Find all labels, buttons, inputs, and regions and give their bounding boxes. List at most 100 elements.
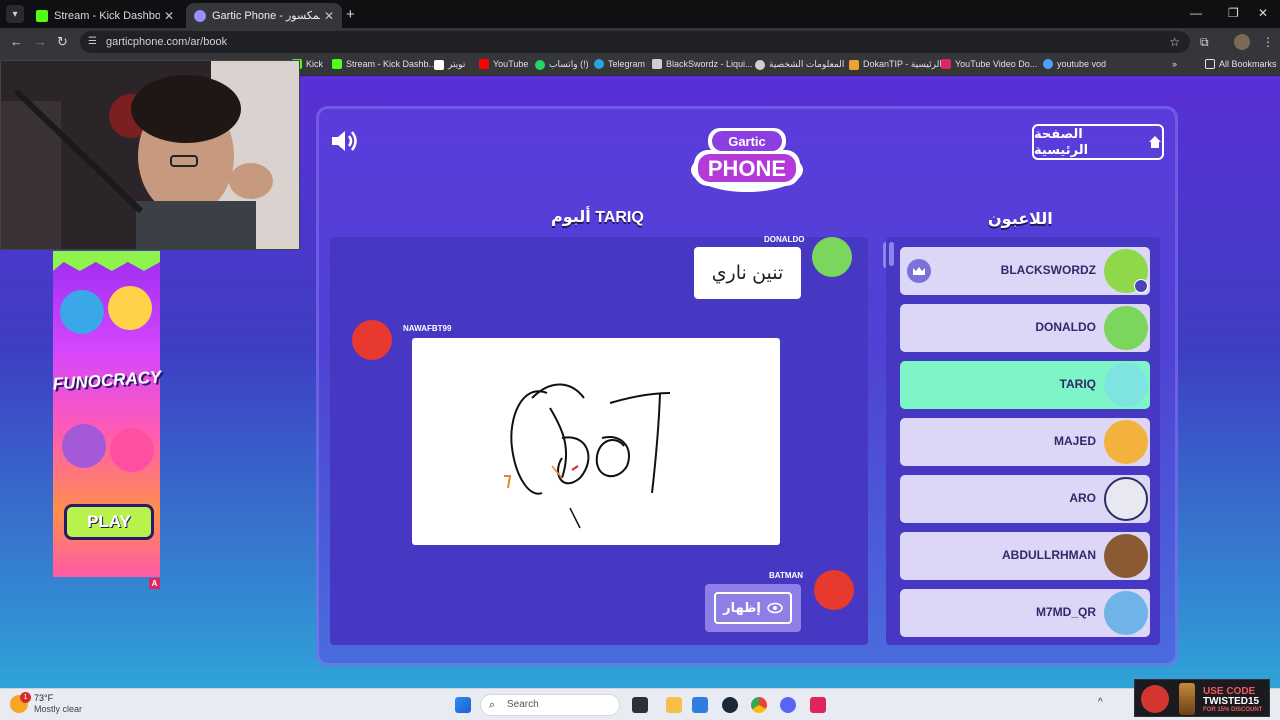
show-button[interactable]: إظهار	[714, 592, 792, 624]
promo-overlay: USE CODE TWISTED15 FOR 15% DISCOUNT	[1134, 679, 1270, 717]
back-icon[interactable]: ←	[10, 34, 23, 49]
bookmark-youtube-vod[interactable]: youtube vod	[1043, 59, 1106, 69]
windows-start-icon[interactable]	[455, 697, 471, 713]
player-name: BLACKSWORDZ	[1000, 263, 1096, 277]
first-author: DONALDO	[764, 235, 805, 244]
donaldo-avatar	[812, 237, 852, 277]
player-row[interactable]: ARO	[900, 475, 1150, 523]
new-tab-button[interactable]: +	[346, 6, 355, 23]
players-scrollbar[interactable]	[889, 242, 894, 266]
player-row[interactable]: M7MD_QR	[900, 589, 1150, 637]
steam-icon[interactable]	[722, 697, 738, 713]
webcam-image	[1, 61, 299, 249]
player-avatar	[1104, 591, 1148, 635]
tab-label: Stream - Kick Dashboard	[54, 9, 160, 22]
forward-icon[interactable]: →	[34, 34, 47, 49]
tab-gartic-phone[interactable]: Gartic Phone - الهاتف المكسور ✕	[186, 3, 342, 28]
adchoices-icon[interactable]: A	[149, 578, 160, 589]
bookmark-label: youtube vod	[1057, 59, 1107, 69]
home-button[interactable]: الصفحة الرئيسية	[1032, 124, 1164, 160]
tray-overflow-icon[interactable]: ^	[1098, 697, 1110, 713]
crown-icon	[907, 259, 931, 283]
bookmark-twitter[interactable]: تويتر	[434, 59, 465, 70]
thumbs-up-icon	[60, 290, 104, 334]
next-author: BATMAN	[769, 571, 804, 580]
bookmark-dokantip[interactable]: DokanTIP - الرئيسية	[849, 59, 942, 70]
url-text: garticphone.com/ar/book	[106, 36, 228, 48]
windows-taskbar: 1 73°F Mostly clear ⌕ Search ^	[0, 688, 1280, 720]
telegram-icon	[594, 59, 604, 69]
reload-icon[interactable]: ↻	[57, 34, 68, 50]
close-icon[interactable]: ✕	[164, 9, 174, 23]
logo-line2: PHONE	[708, 156, 786, 181]
bookmark-label: DokanTIP - الرئيسية	[863, 59, 942, 69]
player-row-active[interactable]: TARIQ	[900, 361, 1150, 409]
profile-avatar[interactable]	[1234, 34, 1250, 50]
bookmarks-overflow-icon[interactable]: »	[1172, 59, 1177, 69]
dokantip-icon	[849, 59, 859, 70]
bookmark-label: All Bookmarks	[1219, 59, 1277, 69]
batman-avatar	[814, 570, 854, 610]
bookmark-blackswordz[interactable]: BlackSwordz - Liqui...	[652, 59, 753, 69]
player-name: DONALDO	[1035, 320, 1096, 334]
weather-widget[interactable]: 1 73°F Mostly clear	[10, 692, 82, 715]
extensions-icon[interactable]: ⧉	[1200, 35, 1209, 50]
ad-character-face	[108, 286, 152, 330]
bookmark-youtube[interactable]: YouTube	[479, 59, 528, 69]
bookmark-label: واتساب (!)	[549, 59, 589, 69]
player-avatar	[1104, 306, 1148, 350]
weather-temperature: 73°F	[34, 693, 54, 703]
store-icon[interactable]	[692, 697, 708, 713]
tab-kick-dashboard[interactable]: Stream - Kick Dashboard ✕	[28, 3, 182, 28]
nawafbt99-avatar	[352, 320, 392, 360]
drawing-canvas	[412, 338, 780, 545]
bookmark-label: YouTube Video Do...	[955, 59, 1038, 69]
player-name: TARIQ	[1059, 377, 1096, 391]
bookmark-youtube-downloader[interactable]: YouTube Video Do...	[941, 59, 1037, 69]
player-avatar	[1104, 420, 1148, 464]
player-row[interactable]: DONALDO	[900, 304, 1150, 352]
show-button-label: إظهار	[723, 600, 761, 615]
app-icon[interactable]	[810, 697, 826, 713]
gartic-phone-logo: Gartic PHONE	[691, 128, 803, 192]
ad-play-button[interactable]: PLAY	[64, 504, 154, 540]
folder-icon	[1205, 59, 1215, 69]
search-icon: ⌕	[489, 699, 496, 711]
file-explorer-icon[interactable]	[666, 697, 682, 713]
tab-search-button[interactable]: ▾	[6, 5, 24, 23]
player-row[interactable]: ABDULLRHMAN	[900, 532, 1150, 580]
bookmark-label: Telegram	[608, 59, 646, 69]
promo-line3: FOR 15% DISCOUNT	[1203, 707, 1263, 713]
chrome-icon[interactable]	[751, 697, 767, 713]
x-icon	[434, 59, 444, 70]
bookmark-telegram[interactable]: Telegram	[594, 59, 645, 69]
taskbar-search[interactable]: ⌕ Search	[480, 694, 620, 716]
player-row[interactable]: MAJED	[900, 418, 1150, 466]
player-row[interactable]: BLACKSWORDZ	[900, 247, 1150, 295]
close-icon[interactable]: ✕	[324, 9, 334, 23]
minimize-icon[interactable]: —	[1190, 6, 1202, 20]
bookmark-label: Kick	[306, 59, 324, 69]
bookmark-stream[interactable]: Stream - Kick Dashb...	[332, 59, 436, 69]
menu-icon[interactable]: ⋮	[1262, 35, 1274, 49]
bookmark-star-icon[interactable]: ☆	[1169, 31, 1180, 53]
discord-icon[interactable]	[780, 697, 796, 713]
address-bar[interactable]: ☰ garticphone.com/ar/book ☆	[80, 31, 1190, 53]
home-button-label: الصفحة الرئيسية	[1034, 126, 1089, 157]
players-title: اللاعبون	[988, 211, 1053, 228]
gartic-favicon-icon	[194, 9, 206, 22]
youtube-icon	[479, 59, 489, 69]
promo-brand-logo	[1141, 685, 1169, 713]
restore-icon[interactable]: ❐	[1228, 6, 1239, 20]
close-window-icon[interactable]: ✕	[1258, 6, 1268, 20]
globe-icon	[755, 59, 765, 70]
all-bookmarks-button[interactable]: All Bookmarks	[1205, 59, 1277, 69]
player-name: MAJED	[1053, 434, 1096, 448]
site-info-icon[interactable]: ☰	[88, 31, 97, 53]
bookmark-whatsapp[interactable]: واتساب (!)	[535, 59, 589, 70]
bookmark-label: Stream - Kick Dashb...	[346, 59, 437, 69]
downloader-icon	[941, 59, 951, 69]
sound-icon[interactable]	[330, 128, 360, 154]
bookmark-personal-info[interactable]: المعلومات الشخصية	[755, 59, 844, 70]
task-view-icon[interactable]	[632, 697, 648, 713]
